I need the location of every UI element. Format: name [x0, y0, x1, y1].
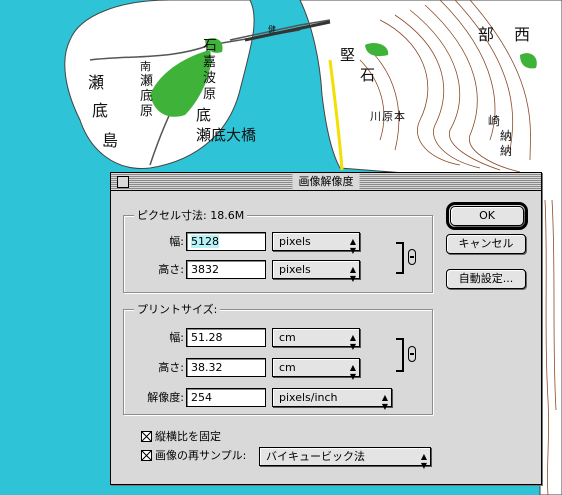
map-label: 底 — [196, 106, 211, 124]
map-label: 川 — [370, 110, 381, 123]
map-label: 健 — [268, 24, 276, 34]
map-label: 原 — [140, 104, 153, 119]
pixel-height-label: 高さ: — [158, 263, 184, 276]
map-label: 本 — [394, 109, 405, 123]
map-label: 瀬 — [140, 74, 153, 89]
map-label: 瀬 — [88, 73, 104, 92]
map-label: 西 — [514, 25, 530, 44]
dialog-title: 画像解像度 — [292, 174, 360, 189]
pixel-dimensions-label: ピクセル寸法: 18.6M — [134, 208, 248, 223]
resolution-label: 解像度: — [147, 391, 184, 404]
map-label: 崎 — [488, 114, 500, 128]
map-label: 石 — [203, 38, 217, 54]
constrain-proportions-label: 縦横比を固定 — [155, 430, 221, 443]
map-label: 底 — [92, 101, 108, 120]
pixel-height-unit-popup[interactable]: pixels ▲ ▼ — [272, 260, 360, 283]
pixel-width-unit-popup[interactable]: pixels ▲ ▼ — [272, 232, 360, 255]
map-label: 原 — [203, 87, 216, 102]
map-label: 島 — [102, 131, 118, 150]
map-label: 瀬底大橋 — [196, 126, 256, 144]
cancel-button[interactable]: キャンセル — [446, 234, 526, 254]
up-down-arrow-icon: ▲ ▼ — [349, 363, 356, 381]
print-size-group: プリントサイズ: 幅: 51.28 cm ▲ ▼ 高さ: 38.32 cm ▲ ▼ 解像… — [123, 302, 433, 415]
print-height-field[interactable]: 38.32 — [186, 358, 266, 377]
map-label: 嘉 — [203, 55, 216, 70]
pixel-dimensions-group: ピクセル寸法: 18.6M 幅: 5128 pixels ▲ ▼ 高さ: 3832 … — [123, 208, 433, 293]
map-label: 納 — [500, 129, 512, 143]
resolution-field[interactable]: 254 — [186, 388, 266, 407]
map-label: 石 — [360, 66, 375, 84]
constrain-proportions-checkbox[interactable] — [141, 431, 152, 442]
chain-link-icon — [408, 346, 416, 362]
print-link-bracket — [396, 338, 404, 372]
map-label: 納 — [500, 144, 512, 158]
ok-button[interactable]: OK — [446, 202, 528, 230]
resample-checkbox[interactable] — [141, 450, 152, 461]
up-down-arrow-icon: ▲ ▼ — [349, 333, 356, 351]
dialog-titlebar[interactable]: 画像解像度 — [111, 173, 541, 191]
map-label: 部 — [478, 25, 494, 44]
map-label: 波 — [203, 71, 216, 86]
chain-link-icon — [408, 249, 416, 265]
close-box-icon[interactable] — [117, 176, 129, 188]
print-height-label: 高さ: — [158, 361, 184, 374]
map-label: 原 — [382, 110, 393, 123]
up-down-arrow-icon: ▲ ▼ — [420, 452, 427, 470]
resample-method-popup[interactable]: バイキュービック法 ▲ ▼ — [259, 447, 431, 470]
map-label: 南 — [140, 60, 151, 73]
map-label: 堅 — [340, 46, 355, 64]
up-down-arrow-icon: ▲ ▼ — [349, 237, 356, 255]
up-down-arrow-icon: ▲ ▼ — [349, 265, 356, 283]
print-width-unit-popup[interactable]: cm ▲ ▼ — [272, 328, 360, 351]
pixel-height-field[interactable]: 3832 — [186, 260, 266, 279]
resample-label: 画像の再サンプル: — [155, 449, 247, 462]
print-width-label: 幅: — [169, 331, 184, 344]
pixel-link-bracket — [396, 242, 404, 274]
print-size-label: プリントサイズ: — [134, 302, 221, 317]
pixel-width-field[interactable]: 5128 — [186, 232, 266, 251]
auto-button[interactable]: 自動設定... — [446, 269, 526, 289]
up-down-arrow-icon: ▲ ▼ — [381, 393, 388, 411]
resolution-unit-popup[interactable]: pixels/inch ▲ ▼ — [272, 388, 392, 411]
print-height-unit-popup[interactable]: cm ▲ ▼ — [272, 358, 360, 381]
pixel-width-label: 幅: — [169, 235, 184, 248]
print-width-field[interactable]: 51.28 — [186, 328, 266, 347]
map-label: 底 — [140, 88, 153, 104]
image-size-dialog: 画像解像度 ピクセル寸法: 18.6M 幅: 5128 pixels ▲ ▼ 高さ:… — [110, 172, 542, 485]
